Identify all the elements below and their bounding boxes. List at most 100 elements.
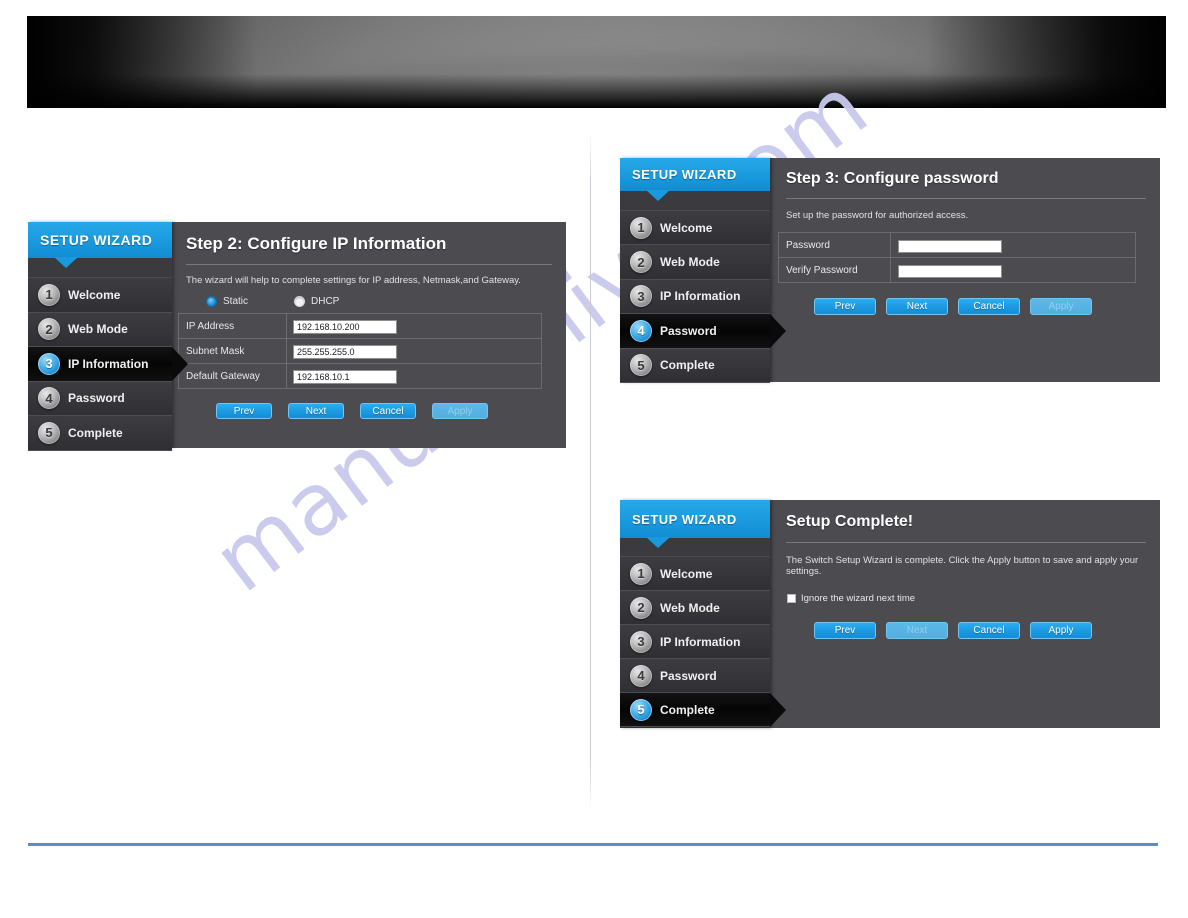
wizard-sidebar-title-label: SETUP WIZARD [40, 232, 153, 248]
sidebar-step-welcome[interactable]: 1 Welcome [28, 278, 172, 313]
wizard-sidebar: SETUP WIZARD 1 Welcome 2 Web Mode 3 IP I… [28, 222, 172, 451]
ip-address-input[interactable] [293, 320, 397, 334]
ignore-wizard-checkbox-row[interactable]: Ignore the wizard next time [770, 577, 1160, 604]
step-number-badge: 5 [630, 354, 652, 377]
page-description: The Switch Setup Wizard is complete. Cli… [786, 555, 1139, 577]
step-number-badge: 5 [630, 698, 652, 721]
wizard-button-row: Prev Next Cancel Apply [770, 604, 1160, 639]
wizard-sidebar-title: SETUP WIZARD [620, 158, 770, 201]
page-title: Step 3: Configure password [786, 170, 999, 187]
prev-button[interactable]: Prev [814, 622, 876, 639]
field-label-ip-address: IP Address [178, 313, 287, 339]
step-number-badge: 1 [630, 562, 652, 585]
default-gateway-input[interactable] [293, 370, 397, 384]
banner-bottom-fade [27, 74, 1166, 108]
password-input[interactable] [898, 239, 1002, 253]
next-button[interactable]: Next [886, 298, 948, 315]
wizard-sidebar-spacer [620, 191, 770, 211]
table-row: IP Address [178, 313, 542, 339]
step-number-badge: 3 [630, 285, 652, 308]
sidebar-step-welcome[interactable]: 1 Welcome [620, 211, 770, 246]
wizard-button-row: Prev Next Cancel Apply [172, 389, 566, 419]
wizard-button-row: Prev Next Cancel Apply [770, 283, 1160, 315]
sidebar-step-password[interactable]: 4 Password [620, 314, 770, 349]
sidebar-step-web-mode[interactable]: 2 Web Mode [620, 245, 770, 280]
header-banner [27, 16, 1166, 108]
next-button: Next [886, 622, 948, 639]
page-column-divider [590, 132, 591, 810]
step-label: Complete [68, 425, 123, 440]
radio-icon-selected [206, 296, 217, 307]
sidebar-step-welcome[interactable]: 1 Welcome [620, 557, 770, 591]
prev-button[interactable]: Prev [814, 298, 876, 315]
sidebar-notch-icon [646, 190, 670, 201]
wizard-sidebar-spacer [28, 258, 172, 278]
sidebar-step-complete[interactable]: 5 Complete [620, 348, 770, 383]
sidebar-step-web-mode[interactable]: 2 Web Mode [620, 591, 770, 625]
sidebar-step-password[interactable]: 4 Password [620, 659, 770, 693]
sidebar-step-web-mode[interactable]: 2 Web Mode [28, 312, 172, 347]
sidebar-step-complete[interactable]: 5 Complete [28, 416, 172, 451]
field-cell [890, 257, 1136, 283]
step-number-badge: 3 [630, 630, 652, 653]
apply-button[interactable]: Apply [1030, 622, 1092, 639]
verify-password-input[interactable] [898, 264, 1002, 278]
checkbox-label: Ignore the wizard next time [801, 593, 916, 604]
subnet-mask-input[interactable] [293, 345, 397, 359]
wizard-sidebar: SETUP WIZARD 1 Welcome 2 Web Mode 3 IP I… [620, 158, 770, 383]
step-number-badge: 3 [38, 352, 60, 375]
table-row: Default Gateway [178, 363, 542, 389]
step-label: Web Mode [660, 600, 720, 615]
sidebar-step-ip-information[interactable]: 3 IP Information [620, 625, 770, 659]
step-label: Password [68, 391, 125, 406]
setup-wizard-ip-information: SETUP WIZARD 1 Welcome 2 Web Mode 3 IP I… [28, 222, 566, 451]
radio-option-static[interactable]: Static [206, 296, 248, 307]
field-label-verify-password: Verify Password [778, 257, 891, 283]
step-label: Password [660, 668, 717, 683]
sidebar-step-password[interactable]: 4 Password [28, 381, 172, 416]
wizard-content: Step 3: Configure password Set up the pa… [770, 158, 1160, 382]
radio-option-dhcp[interactable]: DHCP [294, 296, 339, 307]
wizard-sidebar-title-label: SETUP WIZARD [632, 167, 737, 182]
wizard-sidebar-title-label: SETUP WIZARD [632, 511, 737, 527]
checkbox-icon[interactable] [787, 594, 796, 603]
table-row: Verify Password [778, 257, 1136, 283]
password-settings-table: Password Verify Password [778, 232, 1136, 283]
sidebar-step-ip-information[interactable]: 3 IP Information [28, 347, 172, 382]
field-cell [286, 313, 542, 339]
setup-wizard-configure-password: SETUP WIZARD 1 Welcome 2 Web Mode 3 IP I… [620, 158, 1160, 383]
sidebar-notch-icon [646, 537, 670, 548]
prev-button[interactable]: Prev [216, 403, 272, 419]
step-label: Welcome [68, 287, 121, 302]
wizard-sidebar-spacer [620, 538, 770, 557]
field-label-default-gateway: Default Gateway [178, 363, 287, 389]
cancel-button[interactable]: Cancel [958, 298, 1020, 315]
radio-icon-unselected [294, 296, 306, 307]
sidebar-step-ip-information[interactable]: 3 IP Information [620, 279, 770, 315]
step-label: IP Information [660, 289, 741, 304]
wizard-sidebar: SETUP WIZARD 1 Welcome 2 Web Mode 3 IP I… [620, 500, 770, 728]
wizard-sidebar-title: SETUP WIZARD [620, 500, 770, 548]
step-label: Complete [660, 358, 715, 373]
page-title: Setup Complete! [786, 513, 914, 530]
step-label: IP Information [68, 356, 149, 371]
field-cell [286, 338, 542, 364]
field-label-password: Password [778, 232, 891, 258]
cancel-button[interactable]: Cancel [360, 403, 416, 419]
apply-button: Apply [432, 403, 488, 419]
next-button[interactable]: Next [288, 403, 344, 419]
wizard-sidebar-title: SETUP WIZARD [28, 222, 172, 268]
step-number-badge: 2 [38, 318, 60, 341]
step-number-badge: 5 [38, 421, 60, 444]
table-row: Subnet Mask [178, 338, 542, 364]
field-cell [890, 232, 1136, 258]
ip-settings-table: IP Address Subnet Mask Default Gateway [178, 313, 542, 389]
step-number-badge: 4 [630, 319, 652, 342]
page-description: The wizard will help to complete setting… [186, 275, 521, 286]
step-label: Web Mode [660, 255, 720, 270]
sidebar-notch-icon [54, 257, 78, 268]
radio-label: DHCP [311, 296, 340, 307]
sidebar-step-complete[interactable]: 5 Complete [620, 693, 770, 727]
cancel-button[interactable]: Cancel [958, 622, 1020, 639]
radio-label: Static [223, 296, 249, 307]
